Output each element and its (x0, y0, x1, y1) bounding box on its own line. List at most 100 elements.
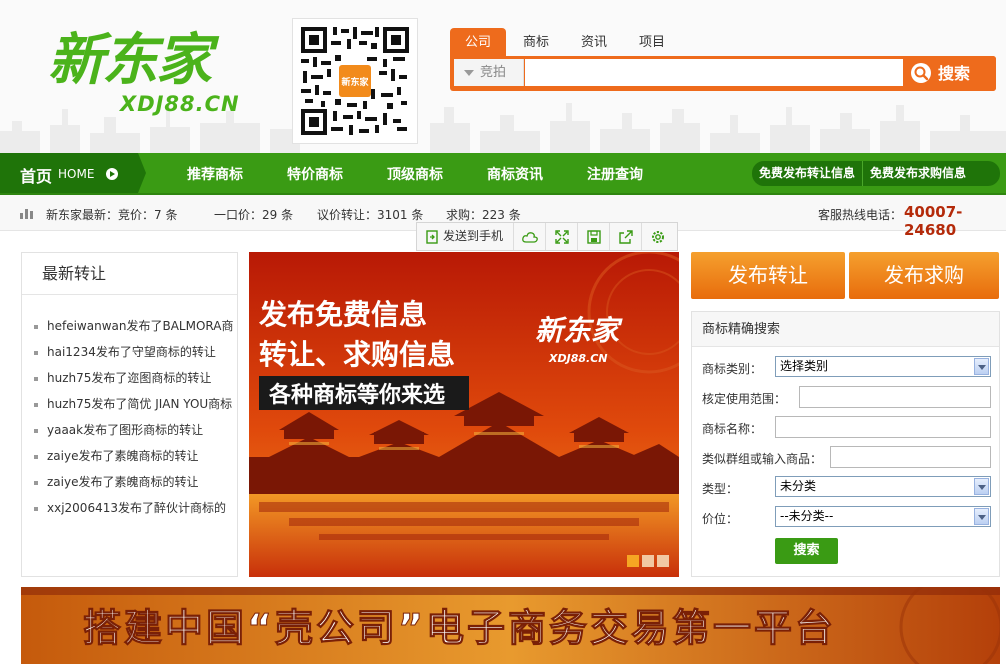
banner-headline-2: 转让、求购信息 (259, 338, 455, 371)
bullet-icon (34, 428, 38, 433)
qr-code: 新东家 (292, 18, 418, 144)
list-item-text: yaaak发布了图形商标的转让 (47, 423, 204, 437)
list-item[interactable]: yaaak发布了图形商标的转让 (22, 423, 237, 449)
save-button[interactable] (578, 223, 611, 250)
main-navigation: 首页 HOME 推荐商标 特价商标 顶级商标 商标资讯 注册查询 免费发布转让信… (0, 153, 1006, 195)
nav-item-news[interactable]: 商标资讯 (487, 164, 543, 184)
platform-banner-artwork: 搭建中国“壳公司”电子商务交易第一平台 (21, 587, 1000, 664)
type-select[interactable]: 未分类 (775, 476, 991, 497)
nav-home-label: 首页 (20, 167, 53, 186)
search-button-label: 搜索 (938, 64, 971, 83)
search-type-select[interactable]: 竞拍 (454, 59, 524, 86)
search-bar: 竞拍 搜索 (450, 56, 996, 91)
list-item-text: hefeiwanwan发布了BALMORA商 (47, 319, 234, 333)
publish-wanted-button[interactable]: 发布求购 (849, 252, 999, 299)
list-item-text: xxj2006413发布了醉伙计商标的 (47, 501, 226, 515)
search-button[interactable]: 搜索 (904, 56, 996, 91)
logo-chinese-text: 新东家 (48, 28, 212, 93)
group-label: 类似群组或输入商品： (702, 452, 823, 466)
list-item-text: huzh75发布了迩图商标的转让 (47, 371, 212, 385)
fullscreen-button[interactable] (546, 223, 579, 250)
publish-wanted-link[interactable]: 免费发布求购信息 (863, 161, 973, 186)
name-label: 商标名称： (702, 422, 763, 436)
search-input[interactable] (525, 59, 903, 86)
dropdown-arrow-icon (974, 478, 989, 495)
list-item[interactable]: hefeiwanwan发布了BALMORA商 (22, 319, 237, 345)
search-type-value: 竞拍 (480, 65, 507, 80)
list-item[interactable]: xxj2006413发布了醉伙计商标的 (22, 501, 237, 527)
banner-dot[interactable] (642, 555, 654, 567)
type-row: 类型： 未分类 (702, 476, 992, 500)
banner-dot[interactable] (627, 555, 639, 567)
share-button[interactable] (610, 223, 643, 250)
search-tab-project[interactable]: 项目 (624, 28, 680, 56)
banner-headline-3: 各种商标等你来选 (268, 382, 445, 408)
settings-button[interactable] (642, 223, 674, 250)
price-select-value: --未分类-- (780, 509, 834, 523)
name-row: 商标名称： (702, 416, 992, 440)
publish-transfer-link[interactable]: 免费发布转让信息 (752, 161, 864, 186)
list-item[interactable]: zaiye发布了素魄商标的转让 (22, 475, 237, 501)
platform-banner[interactable]: 搭建中国“壳公司”电子商务交易第一平台 (21, 587, 1000, 664)
nav-publish-group: 免费发布转让信息 免费发布求购信息 (752, 161, 1000, 186)
publish-transfer-button[interactable]: 发布转让 (691, 252, 845, 299)
scope-label: 核定使用范围： (702, 392, 787, 406)
banner-brand-cn: 新东家 (535, 314, 623, 347)
list-item-text: zaiye发布了素魄商标的转让 (47, 475, 199, 489)
trademark-search-title: 商标精确搜索 (692, 312, 999, 347)
price-label: 价位： (702, 512, 739, 526)
search-tab-trademark[interactable]: 商标 (508, 28, 564, 56)
search-tab-news[interactable]: 资讯 (566, 28, 622, 56)
type-select-value: 未分类 (780, 479, 817, 493)
settings-icon (652, 230, 665, 243)
bar-chart-icon (20, 209, 33, 219)
price-row: 价位： --未分类-- (702, 506, 992, 530)
price-select[interactable]: --未分类-- (775, 506, 991, 527)
category-select[interactable]: 选择类别 (775, 356, 991, 377)
list-item[interactable]: huzh75发布了迩图商标的转让 (22, 371, 237, 397)
platform-banner-text: 搭建中国“壳公司”电子商务交易第一平台 (83, 606, 836, 650)
scope-row: 核定使用范围： (702, 386, 992, 410)
banner-artwork: 发布免费信息 转让、求购信息 各种商标等你来选 新东家 XDJ88.CN (249, 252, 679, 577)
scope-input[interactable] (799, 386, 991, 408)
banner-brand-en: XDJ88.CN (548, 352, 607, 365)
phone-send-icon (426, 229, 438, 244)
nav-item-registration[interactable]: 注册查询 (587, 164, 643, 184)
nav-item-special-price[interactable]: 特价商标 (287, 164, 343, 184)
banner-dot[interactable] (657, 555, 669, 567)
nav-home[interactable]: 首页 HOME (0, 153, 146, 193)
expand-icon (554, 229, 569, 244)
search-module: 公司 商标 资讯 项目 竞拍 搜索 (450, 28, 996, 91)
site-logo[interactable]: 新东家 XDJ88.CN (42, 28, 262, 123)
share-icon (618, 229, 633, 244)
cloud-button[interactable] (514, 223, 547, 250)
bullet-icon (34, 376, 38, 381)
promo-banner[interactable]: 发布免费信息 转让、求购信息 各种商标等你来选 新东家 XDJ88.CN (249, 252, 679, 577)
search-tab-company[interactable]: 公司 (450, 28, 507, 56)
search-icon (911, 63, 931, 83)
category-row: 商标类别： 选择类别 (702, 356, 992, 380)
nav-item-premium[interactable]: 顶级商标 (387, 164, 443, 184)
type-label: 类型： (702, 482, 739, 496)
list-item-text: zaiye发布了素魄商标的转让 (47, 449, 199, 463)
category-select-value: 选择类别 (780, 359, 829, 373)
trademark-name-input[interactable] (775, 416, 991, 438)
group-row: 类似群组或输入商品： (702, 446, 992, 470)
bullet-icon (34, 454, 38, 459)
group-input[interactable] (830, 446, 991, 468)
bullet-icon (34, 402, 38, 407)
list-item[interactable]: zaiye发布了素魄商标的转让 (22, 449, 237, 475)
nav-item-recommended[interactable]: 推荐商标 (187, 164, 243, 184)
logo-domain-text: XDJ88.CN (120, 92, 240, 116)
banner-headline-1: 发布免费信息 (258, 298, 427, 331)
list-item[interactable]: huzh75发布了简优 JIAN YOU商标 (22, 397, 237, 423)
qr-code-image: 新东家 (301, 27, 409, 135)
stats-wanted-count: 求购：223 条 (446, 208, 521, 222)
trademark-search-button[interactable]: 搜索 (775, 538, 838, 564)
latest-transfers-panel: 最新转让 hefeiwanwan发布了BALMORA商 hai1234发布了守望… (21, 252, 238, 577)
search-tabs: 公司 商标 资讯 项目 (450, 28, 682, 56)
stats-fixed-price-count: 一口价：29 条 (214, 208, 294, 222)
send-to-phone-button[interactable]: 发送到手机 (417, 223, 515, 250)
list-item[interactable]: hai1234发布了守望商标的转让 (22, 345, 237, 371)
play-arrow-icon (106, 168, 118, 180)
